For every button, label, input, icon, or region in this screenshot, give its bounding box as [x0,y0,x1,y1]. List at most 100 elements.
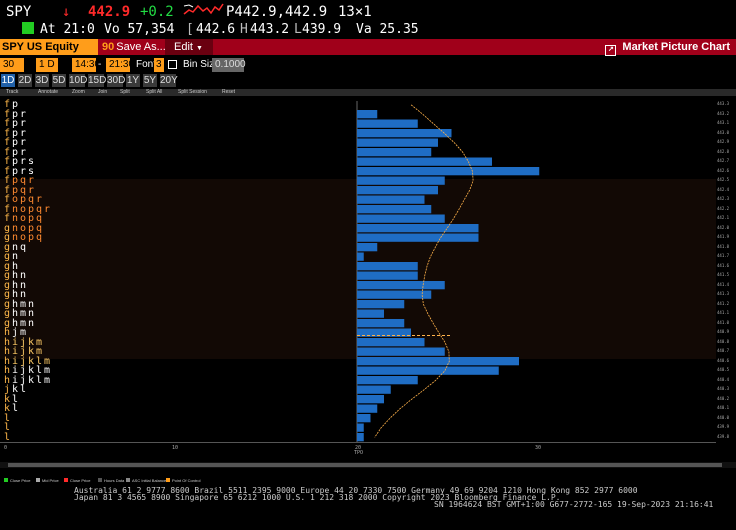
bin-size-checkbox[interactable] [168,60,177,69]
profile-bar [357,281,445,290]
price-tick: 442.5 [717,177,730,182]
profile-bar [357,290,432,299]
chart-title: ↗ Market Picture Chart [605,39,730,56]
price-tick: 442.8 [717,148,730,154]
range-1y-button[interactable]: 1Y [126,74,140,87]
edit-menu-button[interactable]: Edit ▼ [165,39,213,55]
profile-bar [357,119,418,128]
price-tick: 439.9 [717,424,730,429]
open-value: 442.6 [196,22,236,37]
range-10d-button[interactable]: 10D [69,74,87,87]
profile-bar [357,110,378,119]
legend-initial-balance: ASC Initial Balance [126,478,166,483]
range-20y-button[interactable]: 20Y [160,74,178,87]
profile-bar [357,300,405,309]
price-tick: 440.6 [717,357,730,363]
profile-bar [357,176,445,185]
legend-close-price: Close Price [4,478,30,483]
bloomberg-footer: Australia 61 2 9777 8600 Brazil 5511 239… [0,486,736,530]
price-tick: 441.7 [717,253,730,258]
profile-bar [357,157,492,166]
range-3d-button[interactable]: 3D [35,74,49,87]
range-1d-button[interactable]: 1D [1,74,15,87]
price-tick: 440.0 [717,414,730,420]
split-tool[interactable]: Split [120,89,130,96]
security-input[interactable]: SPY US Equity [0,39,98,55]
price-tick: 442.7 [717,158,730,163]
price-tick: 441.2 [717,300,730,306]
annotate-tool[interactable]: Annotate [38,89,58,96]
profile-bar [357,138,438,147]
period-select[interactable]: 1 D [36,58,58,72]
start-time-input[interactable]: 14:30 [72,58,100,72]
profile-bar [357,224,479,233]
save-as-button[interactable]: 90 Save As... [102,39,166,55]
bar-size-select[interactable]: 30 Min [0,58,24,84]
profile-bar [357,309,384,318]
green-flag-icon [22,22,38,37]
price-axis: 443.3 443.2 443.1 443.0 442.9 442.8 442.7 442.6… [716,97,736,442]
ticker-label: SPY [6,4,32,20]
last-price: 442.9 [88,4,131,20]
price-tick: 441.8 [717,243,730,249]
profile-bar [357,385,391,394]
scrollbar-thumb[interactable] [8,463,722,467]
external-link-icon[interactable]: ↗ [605,45,617,56]
x-tick-0: 0 [4,445,8,451]
split-session-tool[interactable]: Split Session [178,89,207,96]
price-tick: 443.3 [717,101,730,106]
profile-bar [357,214,445,223]
range-selector: 1D 2D 3D 5D 10D 15D 30D 1Y 5Y 20Y [0,74,736,88]
price-tick: 440.4 [717,376,730,382]
bid-ask-size: 13×1 [338,4,372,20]
chart-scrollbar[interactable] [0,462,736,468]
range-5y-button[interactable]: 5Y [143,74,157,87]
range-5d-button[interactable]: 5D [52,74,66,87]
quote-header: SPY ↓ 442.9 +0.2 P442.9,442.9 13×1 [0,3,736,22]
low-marker: L [294,22,302,37]
profile-bar [357,338,425,347]
price-tick: 441.4 [717,281,730,287]
price-change: +0.2 [140,4,174,20]
profile-bar [357,186,438,195]
legend-close-price-2: Close Price [64,478,90,483]
function-toolbar: SPY US Equity 90 Save As... Edit ▼ ↗ Marke… [0,39,736,56]
trade-time: At 21:0 [40,22,95,37]
bin-size-input[interactable]: 0.1000 [212,58,246,72]
price-tick: 442.3 [717,196,730,201]
price-tick: 442.6 [717,167,730,173]
profile-bar [357,414,371,423]
profile-bar [357,271,418,280]
x-tick-30: 30 [535,445,542,451]
chart-title-text: Market Picture Chart [622,41,730,53]
chevron-down-icon: ▼ [196,45,203,52]
profile-bar [357,167,540,176]
join-tool[interactable]: Join [98,89,107,96]
annotation-toolbar: Track Annotate Zoom Join Split Split All… [0,89,736,96]
legend-point-of-control: Point Of Control [166,478,200,483]
quote-detail-row: At 21:0 Vo 57,354 [ 442.6 H 443.2 L 439.… [0,22,736,39]
track-tool[interactable]: Track [6,89,18,96]
range-2d-button[interactable]: 2D [18,74,32,87]
profile-bar [357,243,378,252]
profile-bar [357,262,418,271]
profile-bar [357,376,418,385]
profile-bar [357,433,364,442]
range-30d-button[interactable]: 30D [107,74,125,87]
low-value: 439.9 [302,22,342,37]
x-tick-10: 10 [172,445,179,451]
legend-mid-price: Mid Price [36,478,59,483]
zoom-tool[interactable]: Zoom [72,89,85,96]
price-tick: 442.4 [717,186,730,192]
split-all-tool[interactable]: Split All [146,89,162,96]
x-axis-label: TPO [354,450,364,456]
volume-value: Vo 57,354 [104,22,175,37]
font-size-input[interactable]: 3 [154,58,164,72]
range-15d-button[interactable]: 15D [88,74,106,87]
market-profile-chart[interactable]: fpfprfprfprfprfprfprsfprsfpqrfpqrfopqrfn… [0,97,716,442]
reset-tool[interactable]: Reset [222,89,235,96]
end-time-input[interactable]: 21:30 [106,58,134,72]
price-tick: 440.8 [717,338,730,344]
price-tick: 442.0 [717,224,730,230]
price-tick: 441.5 [717,272,730,277]
